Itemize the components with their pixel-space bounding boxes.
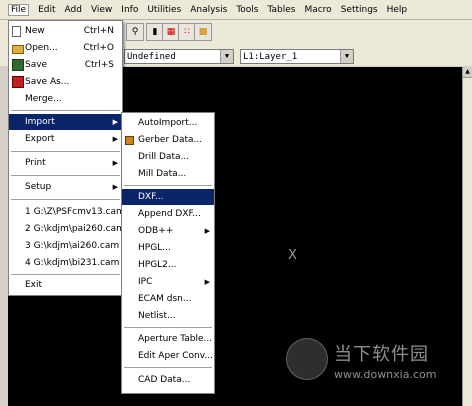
menu-item-odb[interactable]: ODB++ ▶ xyxy=(122,223,214,239)
menu-item-edit-aper-conv[interactable]: Edit Aper Conv... xyxy=(122,348,214,364)
menu-item-import[interactable]: Import ▶ xyxy=(9,114,122,130)
menu-item-hpgl2[interactable]: HPGL2... xyxy=(122,257,214,273)
menu-tools[interactable]: Tools xyxy=(236,5,258,15)
menu-item-aperture-table[interactable]: Aperture Table... xyxy=(122,331,214,347)
dcode-combo[interactable]: Undefined ▼ xyxy=(124,49,234,64)
menu-item-ipc[interactable]: IPC ▶ xyxy=(122,274,214,290)
watermark-logo-icon xyxy=(286,338,328,380)
menu-item-merge[interactable]: Merge... xyxy=(9,91,122,107)
scroll-up-icon[interactable]: ▲ xyxy=(463,67,472,78)
chevron-down-icon[interactable]: ▼ xyxy=(220,50,233,63)
gerber-icon xyxy=(125,135,134,145)
menu-item-save[interactable]: Save Ctrl+S xyxy=(9,57,122,73)
menu-item-open[interactable]: Open... Ctrl+O xyxy=(9,40,122,56)
submenu-arrow-icon: ▶ xyxy=(204,278,210,286)
menu-item-dxf[interactable]: DXF... xyxy=(122,189,214,205)
menu-item-mill-data[interactable]: Mill Data... xyxy=(122,166,214,182)
menu-view[interactable]: View xyxy=(91,5,112,15)
new-file-icon xyxy=(12,25,21,37)
menu-tables[interactable]: Tables xyxy=(267,5,295,15)
watermark-title: 当下软件园 xyxy=(334,344,429,365)
dcode-combo-value: Undefined xyxy=(127,52,176,62)
watermark: 当下软件园 www.downxia.com xyxy=(284,336,464,396)
layers-icon[interactable]: ▩ xyxy=(194,23,212,41)
menu-separator xyxy=(11,110,120,111)
menu-separator xyxy=(124,185,212,186)
menu-separator xyxy=(124,367,212,368)
menu-help[interactable]: Help xyxy=(387,5,408,15)
submenu-arrow-icon: ▶ xyxy=(204,227,210,235)
menu-item-gerber-data[interactable]: Gerber Data... xyxy=(122,132,214,148)
menu-item-setup[interactable]: Setup ▶ xyxy=(9,179,122,195)
menu-info[interactable]: Info xyxy=(121,5,138,15)
chevron-down-icon[interactable]: ▼ xyxy=(340,50,353,63)
submenu-arrow-icon: ▶ xyxy=(112,118,118,126)
recent-file-2[interactable]: 2 G:\kdjm\pai260.cam xyxy=(9,221,125,237)
import-submenu: AutoImport... Gerber Data... Drill Data.… xyxy=(121,112,215,394)
watermark-url: www.downxia.com xyxy=(334,368,437,381)
submenu-arrow-icon: ▶ xyxy=(112,159,118,167)
menu-separator xyxy=(11,274,120,275)
menu-add[interactable]: Add xyxy=(65,5,82,15)
menu-file[interactable]: File xyxy=(8,3,30,16)
menu-separator xyxy=(11,151,120,152)
menu-item-append-dxf[interactable]: Append DXF... xyxy=(122,206,214,222)
zoom-icon[interactable]: ⚲ xyxy=(126,23,144,41)
save-disk-icon xyxy=(12,59,24,71)
recent-file-1[interactable]: 1 G:\Z\PSFcmv13.cam xyxy=(9,204,125,220)
menu-item-cad-data[interactable]: CAD Data... xyxy=(122,372,214,388)
menu-item-ecam-dsn[interactable]: ECAM dsn... xyxy=(122,291,214,307)
menu-item-print[interactable]: Print ▶ xyxy=(9,155,122,171)
menu-item-export[interactable]: Export ▶ xyxy=(9,131,122,147)
left-panel-strip xyxy=(0,67,8,406)
menu-item-drill-data[interactable]: Drill Data... xyxy=(122,149,214,165)
menu-item-new[interactable]: New Ctrl+N xyxy=(9,23,122,39)
menu-separator xyxy=(124,327,212,328)
menu-item-autoimport[interactable]: AutoImport... xyxy=(122,115,214,131)
menu-utilities[interactable]: Utilities xyxy=(147,5,181,15)
menu-edit[interactable]: Edit xyxy=(38,5,55,15)
menu-item-save-as[interactable]: Save As... xyxy=(9,74,122,90)
menu-settings[interactable]: Settings xyxy=(341,5,378,15)
save-as-icon xyxy=(12,76,24,88)
submenu-arrow-icon: ▶ xyxy=(112,135,118,143)
layer-combo[interactable]: L1:Layer_1 ▼ xyxy=(240,49,354,64)
layer-combo-value: L1:Layer_1 xyxy=(243,52,298,62)
menu-item-hpgl[interactable]: HPGL... xyxy=(122,240,214,256)
origin-marker: X xyxy=(288,248,297,263)
submenu-arrow-icon: ▶ xyxy=(112,183,118,191)
menu-bar: File Edit Add View Info Utilities Analys… xyxy=(0,0,472,20)
recent-file-4[interactable]: 4 G:\kdjm\bi231.cam xyxy=(9,255,122,271)
recent-file-3[interactable]: 3 G:\kdjm\ai260.cam xyxy=(9,238,122,254)
menu-separator xyxy=(11,175,120,176)
menu-item-exit[interactable]: Exit xyxy=(9,277,122,293)
menu-separator xyxy=(11,199,120,200)
menu-macro[interactable]: Macro xyxy=(304,5,331,15)
menu-item-netlist[interactable]: Netlist... xyxy=(122,308,214,324)
menu-analysis[interactable]: Analysis xyxy=(190,5,227,15)
file-menu: New Ctrl+N Open... Ctrl+O Save Ctrl+S Sa… xyxy=(8,20,125,296)
open-folder-icon xyxy=(12,45,24,54)
